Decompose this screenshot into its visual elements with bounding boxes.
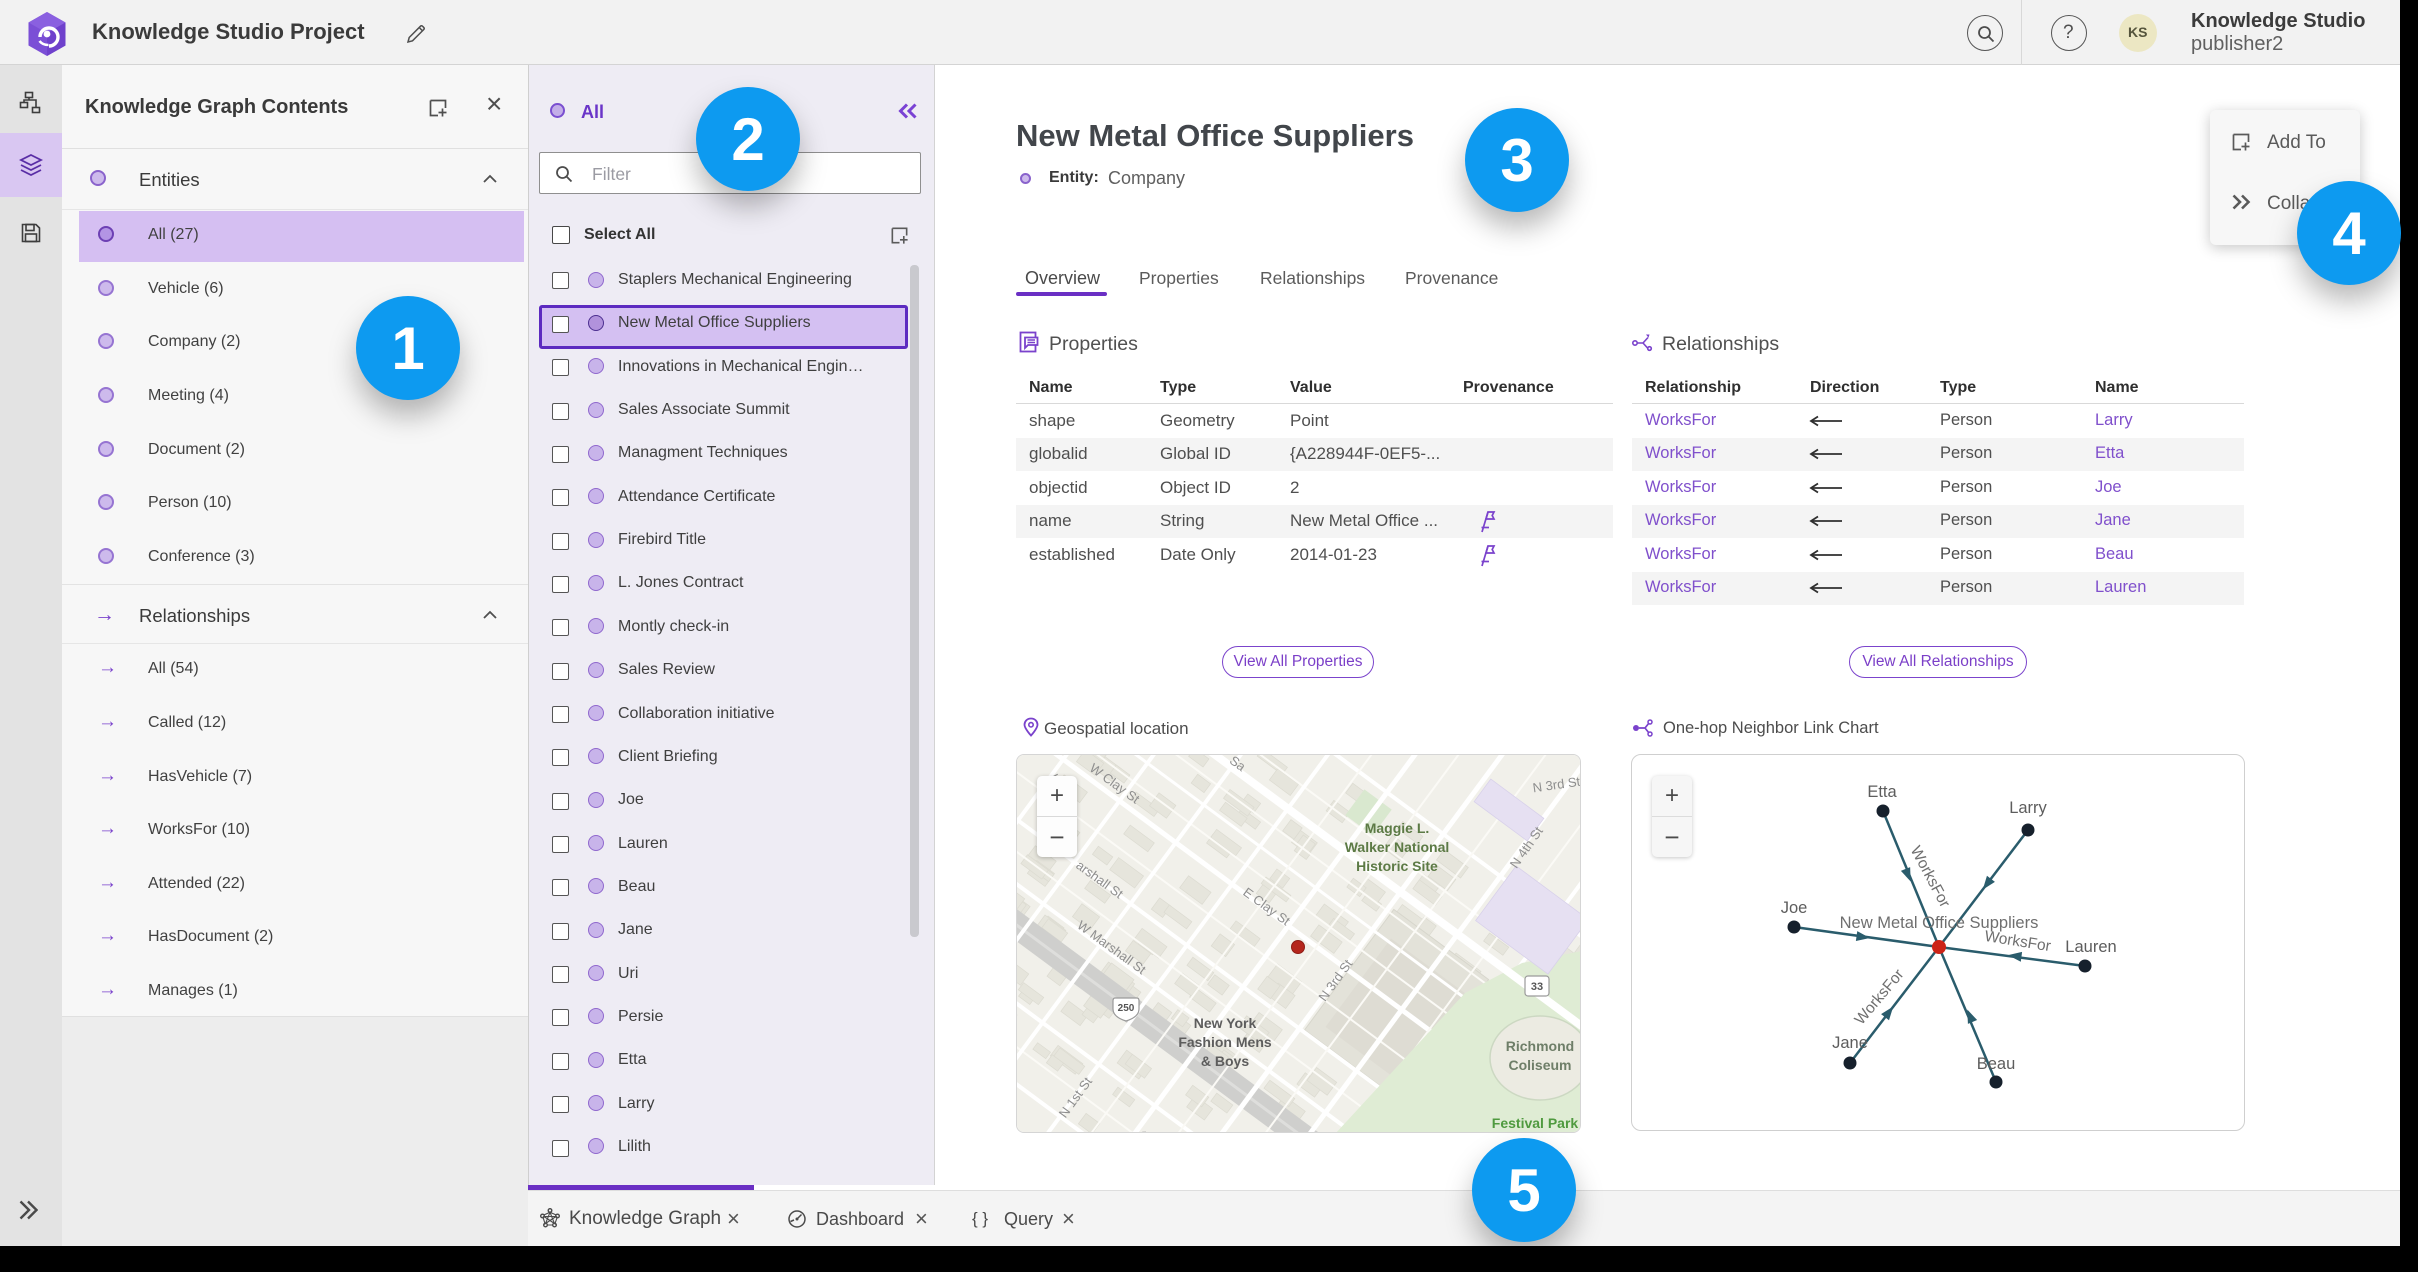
svg-text:250: 250 [1118,1003,1135,1014]
svg-text:WorksFor: WorksFor [1907,843,1953,910]
svg-text:WorksFor: WorksFor [1983,928,2052,955]
svg-text:Lauren: Lauren [2065,938,2116,956]
svg-text:Fashion Mens: Fashion Mens [1178,1034,1272,1050]
svg-text:Festival Park: Festival Park [1492,1115,1579,1131]
svg-text:Richmond: Richmond [1506,1038,1574,1054]
svg-text:Joe: Joe [1781,899,1808,917]
svg-text:33: 33 [1531,981,1543,993]
svg-text:New York: New York [1194,1015,1257,1031]
svg-text:Etta: Etta [1867,783,1897,801]
svg-text:Jane: Jane [1832,1034,1868,1052]
svg-text:Maggie L.: Maggie L. [1365,820,1430,836]
svg-text:New Metal Office Suppliers: New Metal Office Suppliers [1840,914,2039,932]
svg-text:Historic Site: Historic Site [1356,858,1438,874]
svg-text:Larry: Larry [2009,799,2047,817]
svg-text:Beau: Beau [1977,1055,2016,1073]
svg-text:& Boys: & Boys [1201,1053,1249,1069]
svg-text:Walker National: Walker National [1345,839,1450,855]
svg-text:Coliseum: Coliseum [1508,1057,1571,1073]
